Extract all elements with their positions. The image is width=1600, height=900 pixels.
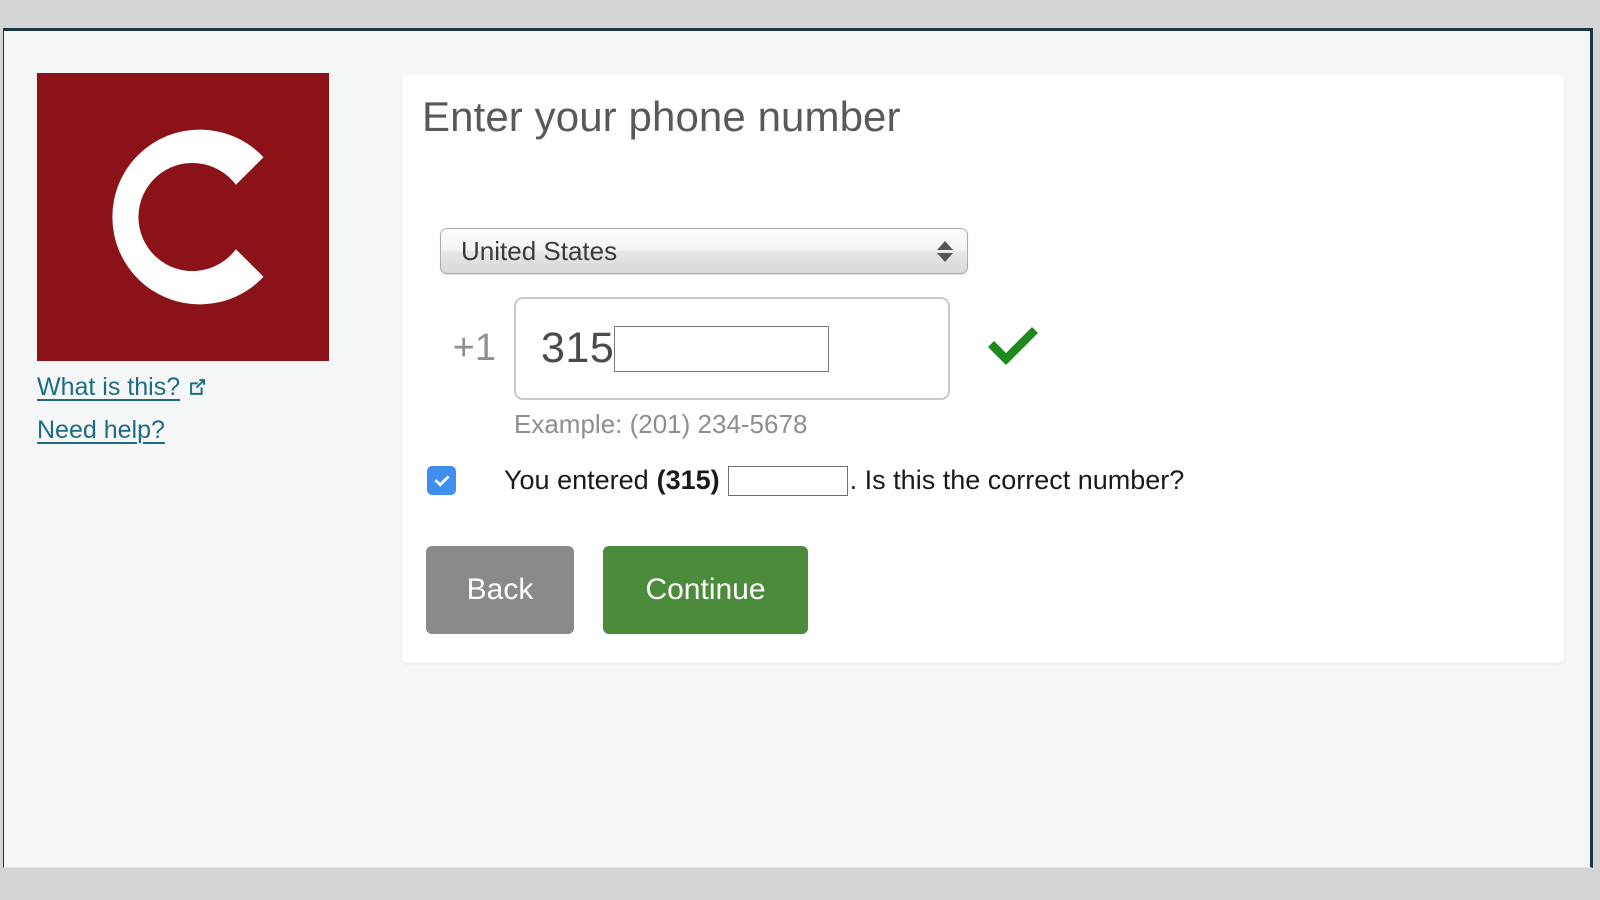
phone-input-row: +1 315: [422, 297, 1041, 400]
phone-number-input[interactable]: 315: [514, 297, 950, 400]
form-actions: Back Continue: [426, 546, 808, 634]
phone-entry-card: Enter your phone number United States +1…: [402, 75, 1564, 663]
page-viewport: What is this? Need help? Enter your phon…: [3, 28, 1593, 868]
phone-number-redaction-box: [614, 325, 830, 372]
country-select[interactable]: United States: [440, 228, 968, 274]
page-title: Enter your phone number: [422, 93, 901, 140]
phone-example-hint: Example: (201) 234-5678: [514, 409, 808, 439]
check-icon: [434, 475, 449, 487]
sidebar-links: What is this? Need help?: [37, 375, 337, 443]
external-link-icon: [188, 376, 207, 395]
browser-chrome-top: [0, 0, 1600, 28]
confirm-number-redaction-box: [727, 465, 848, 496]
chevron-up-icon: [937, 240, 953, 250]
country-select-wrapper: United States: [440, 228, 968, 274]
confirm-number-label: You entered (315) . Is this the correct …: [504, 465, 1184, 496]
green-check-icon: [985, 323, 1041, 374]
continue-button[interactable]: Continue: [603, 546, 808, 634]
sidebar-link-what-is-this[interactable]: What is this?: [37, 375, 207, 400]
up-down-stepper-icon: [937, 240, 953, 262]
confirm-number-row: You entered (315) . Is this the correct …: [427, 465, 1184, 496]
confirm-number-checkbox[interactable]: [427, 466, 456, 495]
chevron-down-icon: [937, 252, 953, 262]
phone-area-code-text: 315: [541, 324, 615, 372]
confirm-area-code: (315): [656, 465, 720, 495]
sidebar-link-what-is-this-label: What is this?: [37, 373, 181, 401]
sidebar: What is this? Need help?: [37, 73, 337, 461]
confirm-text-after: . Is this the correct number?: [849, 465, 1185, 495]
sidebar-link-need-help[interactable]: Need help?: [37, 418, 165, 443]
country-select-value: United States: [461, 235, 618, 266]
brand-logo: [37, 73, 329, 361]
country-code-prefix: +1: [452, 327, 496, 369]
browser-chrome-bottom: [0, 868, 1600, 900]
back-button[interactable]: Back: [426, 546, 574, 634]
sidebar-link-need-help-row: Need help?: [37, 418, 337, 443]
sidebar-link-what-is-this-row: What is this?: [37, 375, 337, 400]
logo-letter-c-icon: [112, 129, 264, 305]
sidebar-link-need-help-label: Need help?: [37, 416, 165, 444]
confirm-text-before: You entered: [504, 465, 649, 495]
